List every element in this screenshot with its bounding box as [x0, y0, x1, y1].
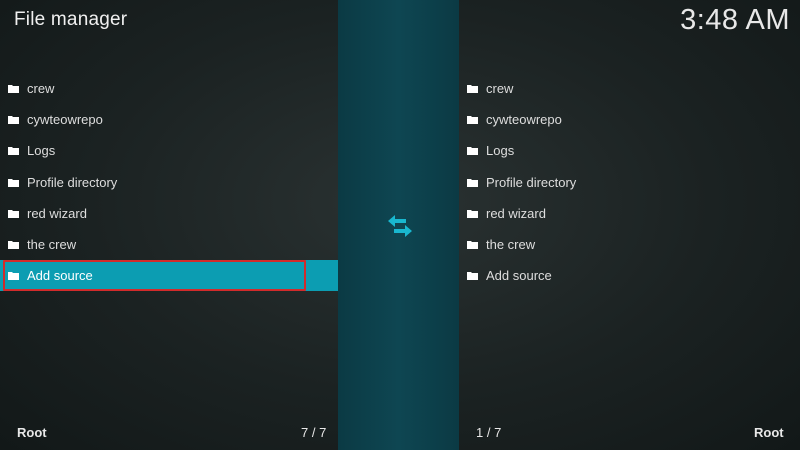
right-footer-location: Root	[754, 425, 784, 440]
list-item[interactable]: cywteowrepo	[0, 104, 338, 135]
folder-icon	[8, 178, 19, 187]
folder-icon	[467, 209, 478, 218]
folder-icon	[467, 116, 478, 125]
list-item[interactable]: Logs	[0, 135, 338, 166]
list-item-label: red wizard	[486, 205, 546, 221]
list-item[interactable]: cywteowrepo	[459, 104, 800, 135]
page-title: File manager	[14, 9, 128, 30]
folder-icon	[467, 85, 478, 94]
list-item[interactable]: red wizard	[459, 198, 800, 229]
list-item-label: cywteowrepo	[486, 112, 562, 128]
list-item-label: crew	[486, 81, 514, 97]
folder-icon	[8, 147, 19, 156]
folder-icon	[467, 272, 478, 281]
clock: 3:48 AM	[680, 4, 790, 36]
list-item-label: crew	[27, 81, 55, 97]
list-item[interactable]: red wizard	[0, 198, 338, 229]
list-item-label: Add source	[486, 268, 552, 284]
list-item-label: Profile directory	[486, 174, 577, 190]
folder-icon	[467, 178, 478, 187]
folder-icon	[467, 241, 478, 250]
list-item-label: the crew	[27, 237, 77, 253]
right-pane: crew cywteowrepo Logs Profile directory …	[459, 73, 800, 383]
right-footer-count: 1 / 7	[476, 425, 502, 440]
list-item-label: the crew	[486, 237, 536, 253]
folder-icon	[8, 241, 19, 250]
list-item-label: Profile directory	[27, 174, 118, 190]
swap-arrows-icon[interactable]	[384, 210, 416, 242]
list-item-label: cywteowrepo	[27, 112, 103, 128]
list-item-add-source[interactable]: Add source	[0, 260, 338, 292]
list-item[interactable]: crew	[0, 73, 338, 104]
left-pane: crew cywteowrepo Logs Profile directory …	[0, 73, 338, 383]
list-item[interactable]: crew	[459, 73, 800, 104]
folder-icon	[8, 85, 19, 94]
list-item-label: Logs	[27, 143, 56, 159]
list-item-label: red wizard	[27, 205, 87, 221]
folder-icon	[8, 209, 19, 218]
list-item[interactable]: the crew	[0, 229, 338, 260]
list-item[interactable]: Profile directory	[459, 167, 800, 198]
folder-icon	[8, 272, 19, 281]
left-footer-location: Root	[17, 425, 47, 440]
list-item-label: Add source	[27, 268, 93, 284]
left-footer-count: 7 / 7	[301, 425, 327, 440]
list-item[interactable]: the crew	[459, 229, 800, 260]
list-item[interactable]: Profile directory	[0, 167, 338, 198]
list-item[interactable]: Logs	[459, 135, 800, 166]
folder-icon	[8, 116, 19, 125]
list-item[interactable]: Add source	[459, 260, 800, 291]
folder-icon	[467, 147, 478, 156]
list-item-label: Logs	[486, 143, 515, 159]
